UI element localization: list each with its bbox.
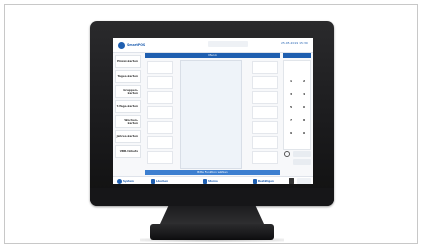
category-button-wochenkarten[interactable]: Wochen-karten <box>115 115 141 128</box>
product-tile[interactable] <box>252 121 278 134</box>
status-bar: Bitte Funktion wählen <box>145 170 280 175</box>
monitor-bezel <box>90 188 334 206</box>
key-7[interactable]: 7 <box>285 114 297 125</box>
product-tile[interactable] <box>252 136 278 149</box>
trash-icon <box>151 178 155 184</box>
product-tile[interactable] <box>252 76 278 89</box>
product-tile[interactable] <box>147 151 173 164</box>
key-6[interactable]: 6 <box>298 101 310 112</box>
euro-icon[interactable] <box>284 151 290 157</box>
bottom-bar: System Löschen Storno Bestätigen <box>113 176 313 184</box>
category-button-tageskarten[interactable]: Tages-karten <box>115 70 141 83</box>
top-field <box>208 41 248 47</box>
system-icon <box>117 178 122 184</box>
product-tile[interactable] <box>147 91 173 104</box>
stand-shadow <box>140 238 284 242</box>
key-0[interactable]: 0 <box>298 127 310 138</box>
key-5[interactable]: 5 <box>285 101 297 112</box>
datetime: 25.05.2019 15:30 <box>281 41 308 45</box>
key-4[interactable]: 4 <box>298 88 310 99</box>
category-button-7-tage-karten[interactable]: 7-Tage-karten <box>115 100 141 113</box>
product-tile[interactable] <box>252 151 278 164</box>
product-tile[interactable] <box>147 76 173 89</box>
confirm-button[interactable]: Bestätigen <box>253 178 274 184</box>
category-button-vbb-tickets[interactable]: VBB-tickets <box>115 145 141 158</box>
cancel-icon <box>203 178 207 184</box>
product-tile[interactable] <box>147 121 173 134</box>
category-button-einzelkarten[interactable]: Einzel-karten <box>115 55 141 68</box>
product-tile[interactable] <box>252 61 278 74</box>
system-button[interactable]: System <box>117 178 134 184</box>
menu-header: Menü <box>145 53 280 58</box>
logo-icon <box>118 41 125 49</box>
product-tile[interactable] <box>147 61 173 74</box>
app-logo: SmartPOS <box>118 41 145 49</box>
category-button-jahreskarten[interactable]: Jahres-karten <box>115 130 141 143</box>
product-tile[interactable] <box>147 106 173 119</box>
product-tile[interactable] <box>147 136 173 149</box>
key-3[interactable]: 3 <box>285 88 297 99</box>
payment-field[interactable] <box>293 151 311 157</box>
keypad-header <box>283 53 311 58</box>
delete-button[interactable]: Löschen <box>151 178 168 184</box>
key-9[interactable]: 9 <box>285 127 297 138</box>
key-8[interactable]: 8 <box>298 114 310 125</box>
confirm-icon <box>253 178 257 184</box>
numeric-keypad: 1 2 3 4 5 6 7 8 9 0 <box>283 60 311 150</box>
total-field[interactable] <box>293 159 311 165</box>
category-column: Einzel-karten Tages-karten Gruppen-karte… <box>113 53 143 163</box>
receipt-panel <box>180 60 242 169</box>
key-1[interactable]: 1 <box>285 75 297 86</box>
product-tile[interactable] <box>252 106 278 119</box>
touch-screen: SmartPOS 25.05.2019 15:30 Einzel-karten … <box>113 38 313 184</box>
product-tile[interactable] <box>252 91 278 104</box>
cancel-button[interactable]: Storno <box>203 178 218 184</box>
card-reader-icon[interactable] <box>289 178 294 184</box>
extra-field[interactable] <box>297 178 311 184</box>
top-bar: SmartPOS 25.05.2019 15:30 <box>113 38 313 53</box>
monitor-stand-neck <box>160 206 264 224</box>
key-2[interactable]: 2 <box>298 75 310 86</box>
category-button-gruppenkarten[interactable]: Gruppen-karten <box>115 85 141 98</box>
